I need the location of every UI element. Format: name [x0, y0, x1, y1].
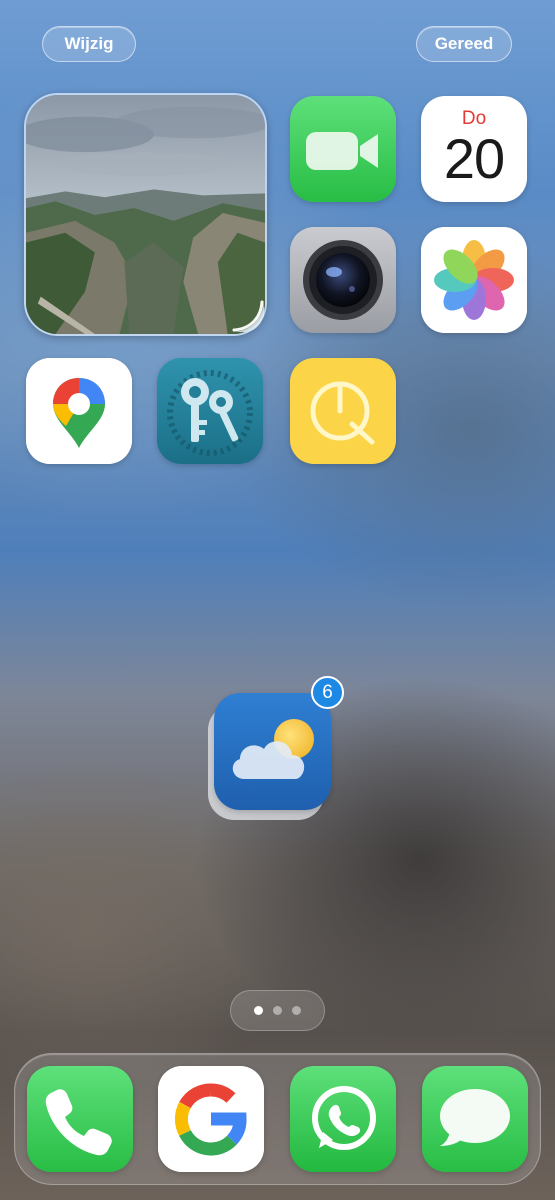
quick-app[interactable] [290, 358, 396, 464]
google-icon [158, 1066, 264, 1172]
page-dot-1 [254, 1006, 263, 1015]
weather-icon [214, 693, 331, 810]
messages-app[interactable] [422, 1066, 528, 1172]
edit-button[interactable]: Wijzig [42, 26, 136, 62]
camera-app[interactable] [290, 227, 396, 333]
facetime-icon [290, 96, 396, 202]
camera-icon [290, 227, 396, 333]
phone-app[interactable] [27, 1066, 133, 1172]
quick-app-icon [290, 358, 396, 464]
keys-app[interactable] [157, 358, 263, 464]
google-maps-app[interactable] [26, 358, 132, 464]
calendar-date: 20 [443, 127, 505, 190]
messages-icon [422, 1066, 528, 1172]
page-dot-3 [292, 1006, 301, 1015]
photos-icon [421, 227, 527, 333]
whatsapp-icon [290, 1066, 396, 1172]
widget-resize-handle-icon[interactable] [230, 298, 266, 334]
facetime-app[interactable] [290, 96, 396, 202]
photos-app[interactable] [421, 227, 527, 333]
calendar-app[interactable]: Do 20 [421, 96, 527, 202]
google-maps-icon [26, 358, 132, 464]
notification-badge: 6 [311, 676, 344, 709]
done-button[interactable]: Gereed [416, 26, 512, 62]
google-app[interactable] [158, 1066, 264, 1172]
keys-icon [157, 358, 263, 464]
page-dot-2 [273, 1006, 282, 1015]
page-indicator[interactable] [230, 990, 325, 1031]
phone-icon [27, 1066, 133, 1172]
whatsapp-app[interactable] [290, 1066, 396, 1172]
weather-app[interactable] [214, 693, 331, 810]
